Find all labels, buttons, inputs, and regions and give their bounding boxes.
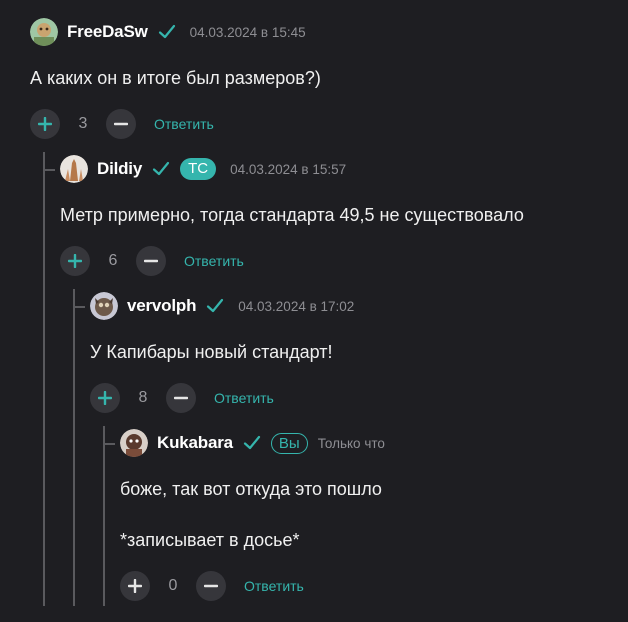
upvote-button[interactable] xyxy=(120,571,150,601)
comment-header: FreeDaSw 04.03.2024 в 15:45 xyxy=(30,15,306,49)
plus-icon xyxy=(128,579,142,593)
reply-link[interactable]: Ответить xyxy=(214,390,274,406)
username[interactable]: FreeDaSw xyxy=(67,22,148,42)
thread-line-level-1 xyxy=(43,152,45,606)
reply-link[interactable]: Ответить xyxy=(154,116,214,132)
vote-score: 3 xyxy=(78,115,88,132)
comment-text: Метр примерно, тогда стандарта 49,5 не с… xyxy=(60,205,524,225)
comment-text-line: *записывает в досье* xyxy=(120,530,300,550)
reply-link[interactable]: Ответить xyxy=(184,253,244,269)
timestamp: 04.03.2024 в 15:45 xyxy=(189,24,306,40)
author-badge: ТС xyxy=(180,158,217,180)
upvote-button[interactable] xyxy=(60,246,90,276)
downvote-button[interactable] xyxy=(106,109,136,139)
vote-score: 8 xyxy=(138,389,148,406)
you-badge: Вы xyxy=(270,432,308,454)
comment-text: А каких он в итоге был размеров?) xyxy=(30,68,321,88)
vote-score: 6 xyxy=(108,252,118,269)
avatar[interactable] xyxy=(120,429,148,457)
comment-header: vervolph 04.03.2024 в 17:02 xyxy=(90,289,354,323)
comment-text: У Капибары новый стандарт! xyxy=(90,342,333,362)
timestamp: Только что xyxy=(317,435,385,451)
comment-actions: 0 Ответить xyxy=(120,571,304,601)
thread-branch xyxy=(73,306,85,308)
thread-line-level-2 xyxy=(73,289,75,606)
checkmark-icon xyxy=(158,24,175,39)
upvote-button[interactable] xyxy=(30,109,60,139)
avatar[interactable] xyxy=(90,292,118,320)
username[interactable]: vervolph xyxy=(127,296,196,316)
downvote-button[interactable] xyxy=(196,571,226,601)
plus-icon xyxy=(38,117,52,131)
timestamp: 04.03.2024 в 17:02 xyxy=(238,298,355,314)
checkmark-icon xyxy=(207,298,224,313)
plus-icon xyxy=(68,254,82,268)
username[interactable]: Dildiy xyxy=(97,159,142,179)
comment-actions: 8 Ответить xyxy=(90,383,274,413)
minus-icon xyxy=(144,259,158,263)
comment-header: Kukabara Вы Только что xyxy=(120,426,385,460)
plus-icon xyxy=(98,391,112,405)
comment-text-line: боже, так вот откуда это пошло xyxy=(120,479,382,499)
vote-score: 0 xyxy=(168,577,178,594)
downvote-button[interactable] xyxy=(136,246,166,276)
thread-branch xyxy=(43,169,55,171)
comment-header: Dildiy ТС 04.03.2024 в 15:57 xyxy=(60,152,346,186)
minus-icon xyxy=(174,396,188,400)
timestamp: 04.03.2024 в 15:57 xyxy=(230,161,347,177)
thread-branch xyxy=(103,443,115,445)
username[interactable]: Kukabara xyxy=(157,433,233,453)
checkmark-icon xyxy=(243,435,260,450)
minus-icon xyxy=(204,584,218,588)
minus-icon xyxy=(114,122,128,126)
thread-line-level-3 xyxy=(103,426,105,606)
comment-actions: 3 Ответить xyxy=(30,109,214,139)
avatar[interactable] xyxy=(60,155,88,183)
reply-link[interactable]: Ответить xyxy=(244,578,304,594)
avatar[interactable] xyxy=(30,18,58,46)
comment-actions: 6 Ответить xyxy=(60,246,244,276)
downvote-button[interactable] xyxy=(166,383,196,413)
upvote-button[interactable] xyxy=(90,383,120,413)
checkmark-icon xyxy=(152,161,170,176)
